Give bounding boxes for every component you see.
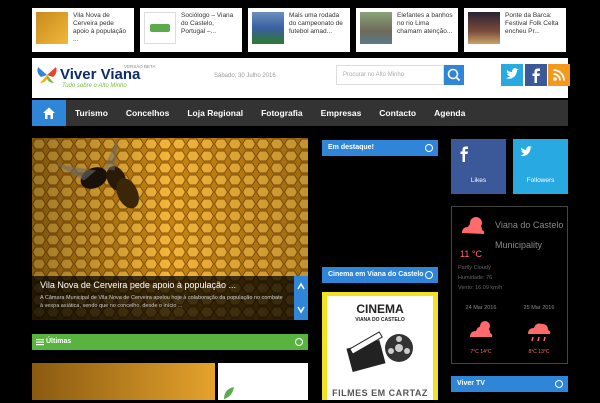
- ultimas-thumb-logo[interactable]: [218, 363, 308, 400]
- ultimas-thumb-honeycomb[interactable]: [32, 363, 215, 400]
- cinema-title: CINEMA: [356, 302, 404, 316]
- ticker-title: Ponte da Barca: Festival Folk Celta ench…: [505, 12, 559, 35]
- ticker-item[interactable]: Elefantes a banhos no rio Lima chamam at…: [356, 8, 458, 52]
- slider-caption: Vila Nova de Cerveira pede apoio à popul…: [32, 276, 294, 320]
- search-icon: [447, 68, 461, 82]
- nav-item-contacto[interactable]: Contacto: [370, 100, 425, 126]
- site-header: Viver Viana VERSÃO BETA Tudo sobre o Alt…: [32, 58, 570, 98]
- ticker-title: Elefantes a banhos no rio Lima chamam at…: [397, 12, 453, 35]
- facebook-icon: [460, 146, 468, 162]
- cloud-rain-icon: [462, 217, 485, 234]
- forecast-day2-date: 25 Mar 2016: [523, 305, 555, 311]
- destaque-label: Em destaque!: [328, 144, 374, 151]
- butterfly-logo-icon[interactable]: [36, 65, 58, 85]
- festival-thumb: [468, 12, 500, 44]
- weather-city: Viana do Castelo Municipality: [495, 220, 564, 250]
- cinema-banner[interactable]: CINEMA VIANA DO CASTELO FILMES EM CARTAZ: [322, 292, 438, 400]
- featured-slider[interactable]: Vila Nova de Cerveira pede apoio à popul…: [32, 138, 308, 320]
- ticker-title: Sociólogo – Viana do Castelo, Portugal –…: [181, 12, 234, 35]
- cloud-icon: [470, 321, 493, 337]
- facebook-icon: [532, 68, 540, 83]
- twitter-button[interactable]: [501, 64, 523, 86]
- elephants-thumb: [360, 12, 392, 44]
- cloud-rain-icon: [528, 323, 551, 342]
- news-ticker: Vila Nova de Cerveira pede apoio à popul…: [32, 8, 568, 52]
- twitter-icon: [520, 146, 533, 157]
- followers-label: Followers: [526, 177, 555, 184]
- cinema-header[interactable]: Cinema em Viana do Castelo: [322, 267, 438, 283]
- beta-label: VERSÃO BETA: [124, 64, 156, 69]
- logo-tagline: Tudo sobre o Alto Minho: [62, 83, 127, 89]
- slider-arrows: [294, 276, 308, 320]
- cinema-subtitle: VIANA DO CASTELO: [355, 317, 405, 323]
- twitter-followers-box[interactable]: Followers: [513, 139, 568, 194]
- nav-item-fotografia[interactable]: Fotografia: [252, 100, 312, 126]
- main-nav: Turismo Concelhos Loja Regional Fotograf…: [32, 100, 568, 126]
- weather-condition: Partly Cloudy: [458, 265, 491, 271]
- vivertv-header[interactable]: Viver TV: [451, 376, 568, 392]
- nav-item-empresas[interactable]: Empresas: [312, 100, 371, 126]
- cinema-label: Cinema em Viana do Castelo: [328, 271, 424, 278]
- ultimas-header[interactable]: Últimas: [32, 334, 308, 350]
- weather-temperature: 11 °C: [460, 249, 482, 259]
- list-icon: [36, 339, 44, 346]
- nav-item-loja-regional[interactable]: Loja Regional: [178, 100, 252, 126]
- chevron-up-icon[interactable]: [294, 276, 308, 298]
- forecast-day1-range: 7°C 14°C: [470, 349, 492, 355]
- chevron-down-icon[interactable]: [294, 298, 308, 320]
- facebook-likes-box[interactable]: Likes: [451, 139, 506, 194]
- nav-item-agenda[interactable]: Agenda: [425, 100, 474, 126]
- destaque-header[interactable]: Em destaque!: [322, 140, 438, 156]
- rss-icon: [553, 69, 565, 81]
- cinema-bottom-text: FILMES EM CARTAZ: [332, 388, 428, 398]
- home-icon: [43, 107, 55, 119]
- arrow-right-icon[interactable]: [425, 271, 433, 279]
- forecast-day2-range: 8°C 13°C: [528, 349, 550, 355]
- football-thumb: [252, 12, 284, 44]
- forecast-day1-date: 24 Mar 2016: [465, 305, 497, 311]
- ticker-item[interactable]: Sociólogo – Viana do Castelo, Portugal –…: [140, 8, 242, 52]
- weather-widget: Viana do Castelo Municipality 11 °C Part…: [451, 206, 568, 364]
- home-button[interactable]: [32, 100, 66, 126]
- ticker-item[interactable]: Vila Nova de Cerveira pede apoio à popul…: [32, 8, 134, 52]
- ticker-item[interactable]: Ponte da Barca: Festival Folk Celta ench…: [464, 8, 566, 52]
- ultimas-label: Últimas: [46, 338, 72, 345]
- weather-humidity: Humidade: 76: [458, 275, 493, 281]
- slider-title[interactable]: Vila Nova de Cerveira pede apoio à popul…: [40, 280, 286, 290]
- leaf-logo-icon: [224, 387, 234, 399]
- nav-item-turismo[interactable]: Turismo: [66, 100, 117, 126]
- twitter-icon: [506, 68, 519, 79]
- arrow-right-icon[interactable]: [555, 380, 563, 388]
- arrow-right-icon[interactable]: [295, 338, 303, 346]
- nav-item-concelhos[interactable]: Concelhos: [117, 100, 178, 126]
- ticker-title: Vila Nova de Cerveira pede apoio à popul…: [73, 12, 127, 43]
- search-button[interactable]: [444, 65, 464, 85]
- facebook-button[interactable]: [525, 64, 547, 86]
- logo-thumb: [144, 12, 176, 44]
- search-input[interactable]: Procurar no Alto Minho: [336, 65, 444, 85]
- ticker-title: Mais uma rodada do campeonato de futebol…: [289, 12, 343, 35]
- vivertv-label: Viver TV: [457, 380, 485, 387]
- weather-wind: Vento: 16.09 km/h: [458, 285, 503, 291]
- rss-button[interactable]: [548, 64, 570, 86]
- ticker-item[interactable]: Mais uma rodada do campeonato de futebol…: [248, 8, 350, 52]
- honeycomb-thumb: [36, 12, 68, 44]
- current-date: Sábado, 30 Julho 2016: [214, 73, 276, 79]
- arrow-right-icon[interactable]: [425, 144, 433, 152]
- film-reel-icon: [346, 331, 413, 372]
- likes-label: Likes: [470, 177, 487, 184]
- slider-excerpt: A Câmara Municipal de Vila Nova de Cerve…: [40, 295, 283, 309]
